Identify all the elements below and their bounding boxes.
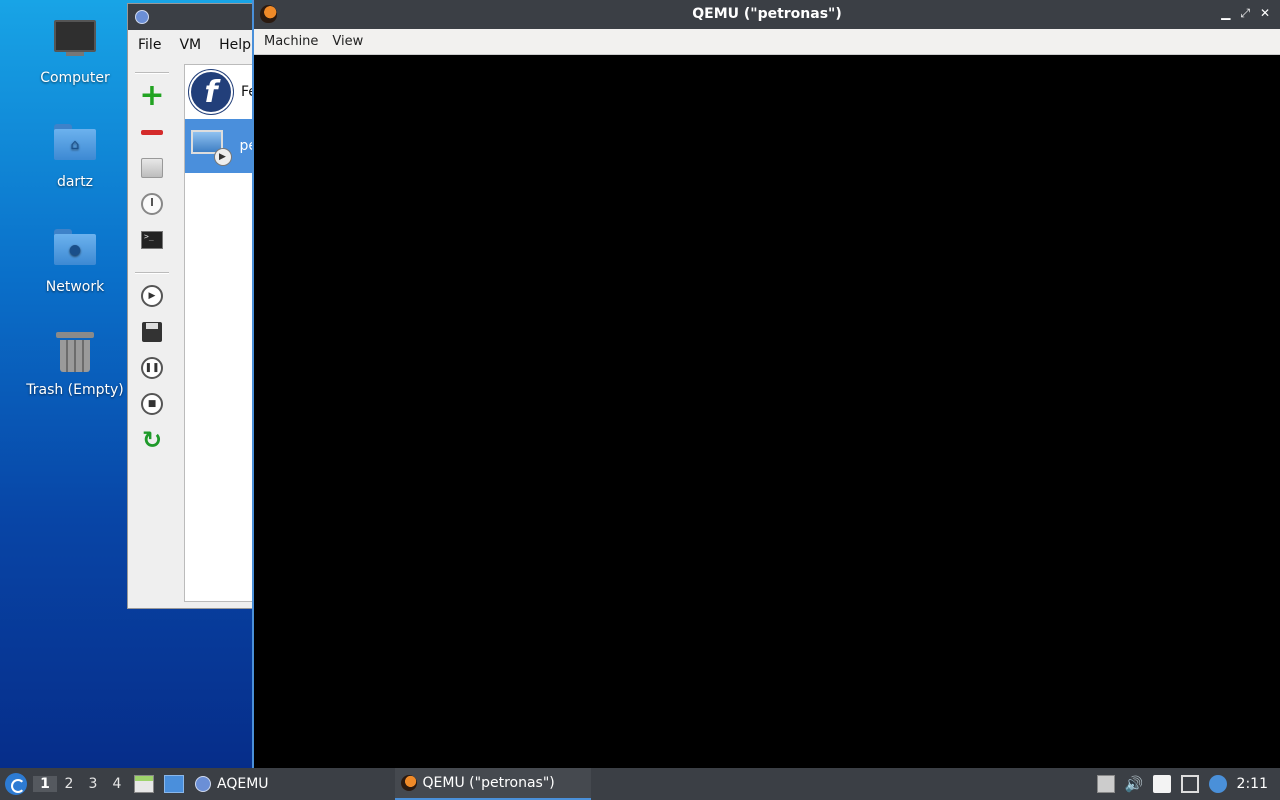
network-folder-icon: ● — [53, 229, 97, 273]
terminal-icon: >_ — [141, 231, 163, 249]
refresh-icon: ↻ — [141, 426, 163, 454]
removable-media-icon[interactable] — [1096, 775, 1115, 793]
aqemu-menubar: File VM Help — [128, 30, 256, 60]
remove-vm-button[interactable] — [132, 114, 172, 150]
close-icon[interactable]: ✕ — [1260, 6, 1270, 21]
qemu-window[interactable]: QEMU ("petronas") ▁ ⤢ ✕ Machine View — [252, 0, 1280, 768]
task-aqemu[interactable]: AQEMU — [189, 768, 275, 800]
vm-list[interactable]: f Fe ▶ pe — [184, 64, 258, 602]
show-desktop-icon[interactable] — [164, 775, 184, 793]
volume-icon[interactable]: 🔊 — [1125, 775, 1144, 793]
system-tray: 🔊 2:11 — [1096, 775, 1280, 793]
clock[interactable]: 2:11 — [1237, 776, 1268, 792]
vm-list-item-selected[interactable]: ▶ pe — [185, 119, 257, 173]
workspace-2[interactable]: 2 — [57, 776, 81, 792]
desktop-icon-trash[interactable]: Trash (Empty) — [20, 330, 130, 398]
add-vm-button[interactable]: + — [132, 78, 172, 114]
desktop-icon-label: dartz — [56, 174, 94, 190]
update-notifier-icon[interactable] — [1208, 775, 1227, 793]
menu-vm[interactable]: VM — [173, 37, 213, 53]
aqemu-app-icon — [135, 10, 149, 24]
save-vm-button[interactable] — [132, 314, 172, 350]
task-label: AQEMU — [217, 776, 269, 792]
add-icon: + — [139, 78, 165, 113]
window-controls: ▁ ⤢ ✕ — [1221, 6, 1270, 21]
workspace-4[interactable]: 4 — [105, 776, 129, 792]
start-vm-button[interactable]: ▶ — [132, 278, 172, 314]
vm-list-item[interactable]: f Fe — [185, 65, 257, 119]
desktop-icon-label: Computer — [40, 70, 110, 86]
start-menu-icon[interactable] — [5, 773, 27, 795]
toolbar-separator — [135, 272, 169, 274]
stop-vm-button[interactable]: ■ — [132, 386, 172, 422]
fedora-icon: f — [189, 70, 233, 114]
vm-history-button[interactable] — [132, 186, 172, 222]
minimize-icon[interactable]: ▁ — [1221, 6, 1230, 21]
desktop-icon-label: Trash (Empty) — [26, 382, 124, 398]
menu-machine[interactable]: Machine — [258, 34, 326, 49]
trash-icon — [53, 332, 97, 376]
task-qemu[interactable]: QEMU ("petronas") — [394, 768, 591, 800]
stop-icon: ■ — [141, 393, 163, 415]
maximize-icon[interactable]: ⤢ — [1240, 6, 1250, 21]
desktop-icon-label: Network — [45, 279, 105, 295]
qemu-app-icon — [400, 775, 417, 791]
clipboard-icon[interactable] — [1152, 775, 1171, 793]
play-icon: ▶ — [141, 285, 163, 307]
desktop-icon-network[interactable]: ● Network — [20, 225, 130, 295]
desktop-icon-home[interactable]: ⌂ dartz — [20, 120, 130, 190]
pause-vm-button[interactable]: ❚❚ — [132, 350, 172, 386]
workspace-3[interactable]: 3 — [81, 776, 105, 792]
menu-file[interactable]: File — [132, 37, 173, 53]
taskbar: 1 2 3 4 AQEMU QEMU ("petronas") 🔊 2:11 — [0, 768, 1280, 800]
qemu-titlebar[interactable]: QEMU ("petronas") ▁ ⤢ ✕ — [254, 0, 1280, 29]
task-label: QEMU ("petronas") — [422, 775, 555, 791]
aqemu-app-icon — [195, 776, 211, 792]
computer-icon — [53, 20, 97, 64]
vm-console-button[interactable]: >_ — [132, 222, 172, 258]
workspace-1[interactable]: 1 — [33, 776, 57, 792]
qemu-menubar: Machine View — [254, 29, 1280, 55]
hard-disk-icon — [141, 158, 163, 178]
vm-running-icon: ▶ — [189, 126, 232, 166]
aqemu-toolbar: + >_ ▶ ❚❚ ■ ↻ — [132, 68, 172, 458]
home-folder-icon: ⌂ — [53, 124, 97, 168]
remove-icon — [141, 129, 163, 135]
pause-icon: ❚❚ — [141, 357, 163, 379]
menu-view[interactable]: View — [326, 34, 371, 49]
vm-settings-button[interactable] — [132, 150, 172, 186]
aqemu-titlebar[interactable] — [128, 4, 256, 30]
file-manager-icon[interactable] — [134, 775, 154, 793]
window-title: QEMU ("petronas") — [692, 6, 842, 22]
reset-vm-button[interactable]: ↻ — [132, 422, 172, 458]
aqemu-window[interactable]: File VM Help + >_ ▶ ❚❚ ■ ↻ f Fe ▶ pe — [127, 3, 258, 609]
clock-icon — [141, 193, 163, 215]
floppy-icon — [142, 322, 162, 342]
desktop-icon-computer[interactable]: Computer — [20, 16, 130, 86]
toolbar-separator — [135, 72, 169, 74]
vm-display[interactable] — [254, 55, 1280, 768]
network-icon[interactable] — [1180, 775, 1199, 793]
